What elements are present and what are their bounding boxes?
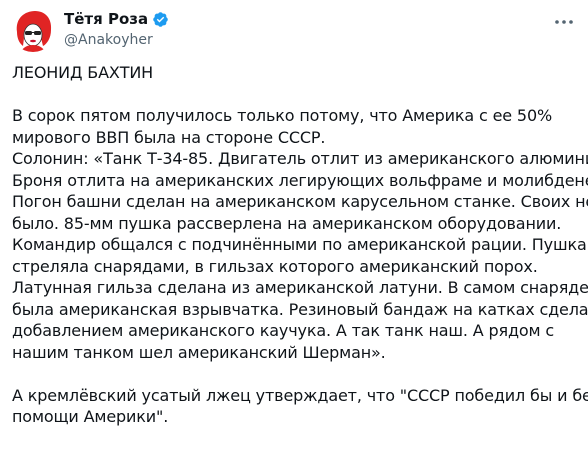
tweet-line: Солонин: «Танк Т-34-85. Двигатель отлит … xyxy=(12,149,588,168)
tweet-line: мирового ВВП была на стороне СССР. xyxy=(12,127,326,147)
tweet-line: Броня отлита на американских легирующих … xyxy=(12,170,588,190)
tweet-text: ЛЕОНИД БАХТИН В сорок пятом получилось т… xyxy=(12,62,588,428)
tweet-line: стреляла снарядами, в гильзах которого а… xyxy=(12,256,538,276)
tweet-line: была американская взрывчатка. Резиновый … xyxy=(12,299,588,319)
tweet-line: было. 85-мм пушка рассверлена на америка… xyxy=(12,213,562,233)
tweet-line: В сорок пятом получилось только потому, … xyxy=(12,106,553,125)
more-horizontal-icon xyxy=(555,20,573,24)
verified-badge-icon xyxy=(152,11,169,28)
tweet-line: А кремлёвский усатый лжец утверждает, чт… xyxy=(12,385,588,405)
rose-avatar-icon[interactable] xyxy=(11,8,55,52)
tweet-line: Командир общался с подчинёнными по амери… xyxy=(12,235,587,254)
tweet-line: добавлением американского каучука. А так… xyxy=(12,321,555,340)
tweet-line: Погон башни сделан на американском карус… xyxy=(12,192,588,211)
tweet-line: помощи Америки". xyxy=(12,407,169,426)
more-button[interactable] xyxy=(552,12,576,32)
display-name[interactable]: Тётя Роза xyxy=(64,10,148,28)
tweet-line: нашим танком шел американский Шерман». xyxy=(12,342,386,362)
author-handle[interactable]: @Anakoyher xyxy=(64,31,153,49)
author-name-row[interactable]: Тётя Роза xyxy=(64,10,169,28)
tweet-line: ЛЕОНИД БАХТИН xyxy=(12,63,154,82)
tweet-line: Латунная гильза сделана из американской … xyxy=(12,278,588,297)
